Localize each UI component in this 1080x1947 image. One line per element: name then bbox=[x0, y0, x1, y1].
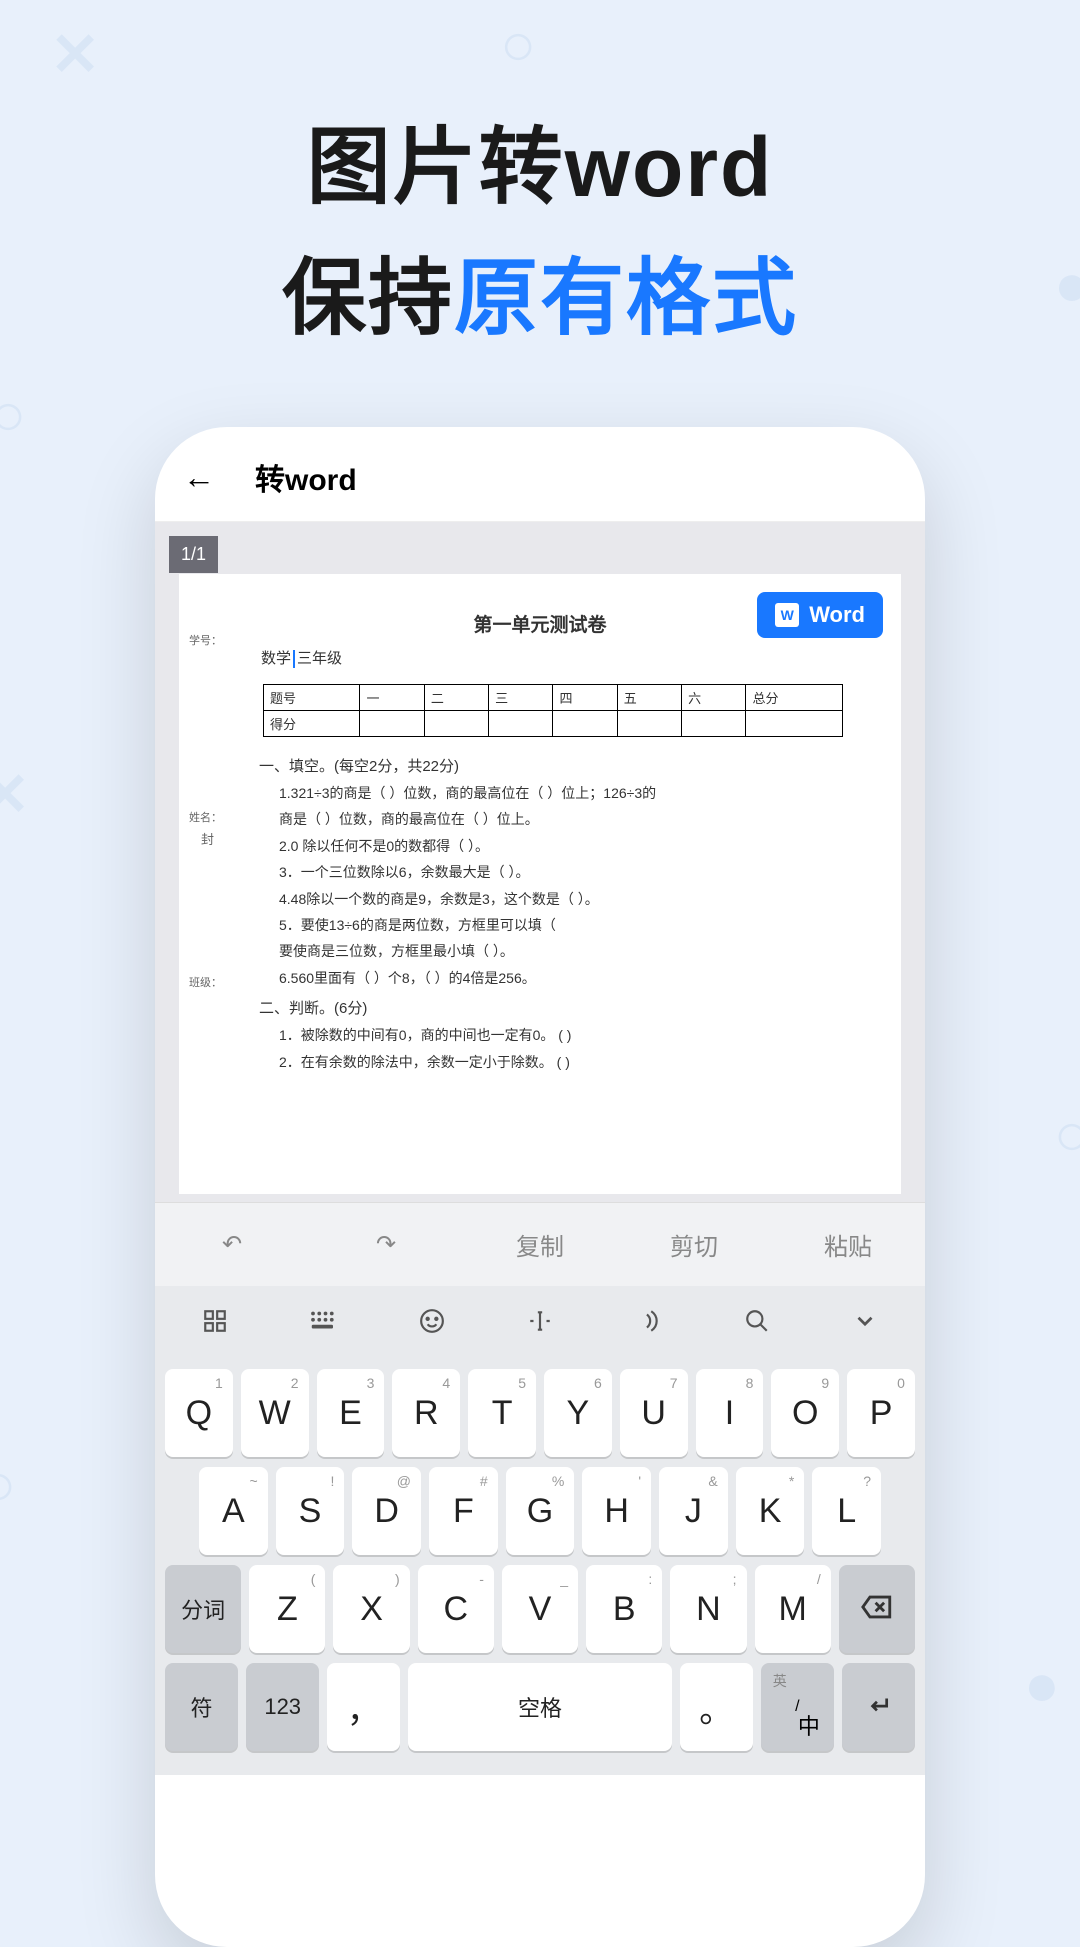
table-header-cell: 二 bbox=[424, 685, 488, 711]
table-cell bbox=[746, 711, 843, 737]
table-header-cell: 总分 bbox=[746, 685, 843, 711]
key-123[interactable]: 123 bbox=[246, 1663, 319, 1751]
key-enter[interactable] bbox=[842, 1663, 915, 1751]
redo-button[interactable]: ↷ bbox=[309, 1203, 463, 1286]
section-2-heading: 二、判断。(6分) bbox=[259, 997, 877, 1018]
table-row-label: 得分 bbox=[264, 711, 360, 737]
copy-button[interactable]: 复制 bbox=[463, 1203, 617, 1286]
question-line: 3．一个三位数除以6，余数最大是（ ）。 bbox=[279, 861, 877, 883]
question-line: 商是（ ）位数，商的最高位在（ ）位上。 bbox=[279, 808, 877, 830]
key-b[interactable]: :B bbox=[586, 1565, 662, 1653]
kb-search-icon[interactable] bbox=[702, 1296, 810, 1351]
question-line: 2.0 除以任何不是0的数都得（ ）。 bbox=[279, 835, 877, 857]
table-cell bbox=[553, 711, 617, 737]
headline-line-1: 图片转word bbox=[0, 100, 1080, 221]
table-header-cell: 六 bbox=[682, 685, 746, 711]
doc-seal-char: 封 bbox=[201, 829, 214, 848]
key-q[interactable]: 1Q bbox=[165, 1369, 233, 1457]
key-k[interactable]: *K bbox=[736, 1467, 805, 1555]
key-w[interactable]: 2W bbox=[241, 1369, 309, 1457]
key-符[interactable]: 符 bbox=[165, 1663, 238, 1751]
key-j[interactable]: &J bbox=[659, 1467, 728, 1555]
key-分词[interactable]: 分词 bbox=[165, 1565, 241, 1653]
marketing-headline: 图片转word 保持原有格式 bbox=[0, 0, 1080, 352]
key-c[interactable]: -C bbox=[418, 1565, 494, 1653]
cut-button[interactable]: 剪切 bbox=[617, 1203, 771, 1286]
key-p[interactable]: 0P bbox=[847, 1369, 915, 1457]
document-viewport[interactable]: 1/1 W Word 学号： 姓名： 封 班级： 第一单元测试卷 数学三年级 题… bbox=[155, 522, 925, 1202]
doc-label-name: 姓名： bbox=[189, 809, 222, 825]
table-header-cell: 五 bbox=[617, 685, 681, 711]
key-v[interactable]: _V bbox=[502, 1565, 578, 1653]
table-cell bbox=[682, 711, 746, 737]
table-cell bbox=[617, 711, 681, 737]
key-s[interactable]: !S bbox=[276, 1467, 345, 1555]
export-word-button[interactable]: W Word bbox=[757, 592, 883, 638]
key-i[interactable]: 8I bbox=[696, 1369, 764, 1457]
table-header-cell: 四 bbox=[553, 685, 617, 711]
kb-emoji-icon[interactable] bbox=[378, 1296, 486, 1351]
paste-button[interactable]: 粘贴 bbox=[771, 1203, 925, 1286]
key-。[interactable]: 。 bbox=[680, 1663, 753, 1751]
app-bar: ← 转word bbox=[155, 427, 925, 522]
key-o[interactable]: 9O bbox=[771, 1369, 839, 1457]
headline-line-2: 保持原有格式 bbox=[0, 231, 1080, 352]
key-y[interactable]: 6Y bbox=[544, 1369, 612, 1457]
table-header-cell: 一 bbox=[360, 685, 424, 711]
key-d[interactable]: @D bbox=[352, 1467, 421, 1555]
question-line: 6.560里面有（ ）个8，（ ）的4倍是256。 bbox=[279, 967, 877, 989]
question-line: 2．在有余数的除法中，余数一定小于除数。 ( ) bbox=[279, 1051, 877, 1073]
phone-mockup: ← 转word 1/1 W Word 学号： 姓名： 封 班级： 第一单元测试卷… bbox=[155, 427, 925, 1947]
key-f[interactable]: #F bbox=[429, 1467, 498, 1555]
section-1-heading: 一、填空。(每空2分，共22分) bbox=[259, 755, 877, 776]
table-header-cell: 题号 bbox=[264, 685, 360, 711]
key-x[interactable]: )X bbox=[333, 1565, 409, 1653]
kb-collapse-icon[interactable] bbox=[811, 1296, 919, 1351]
key-e[interactable]: 3E bbox=[317, 1369, 385, 1457]
question-line: 1.321÷3的商是（ ）位数，商的最高位在（ ）位上；126÷3的 bbox=[279, 782, 877, 804]
table-header-cell: 三 bbox=[489, 685, 553, 711]
kb-cursor-icon[interactable] bbox=[486, 1296, 594, 1351]
key-n[interactable]: ;N bbox=[670, 1565, 746, 1653]
undo-button[interactable]: ↶ bbox=[155, 1203, 309, 1286]
key-g[interactable]: %G bbox=[506, 1467, 575, 1555]
doc-label-class: 班级： bbox=[189, 974, 222, 990]
key-r[interactable]: 4R bbox=[392, 1369, 460, 1457]
edit-toolbar: ↶ ↷ 复制 剪切 粘贴 bbox=[155, 1202, 925, 1286]
doc-label-student-id: 学号： bbox=[189, 632, 222, 648]
word-icon: W bbox=[775, 603, 799, 627]
kb-voice-icon[interactable] bbox=[594, 1296, 702, 1351]
key-，[interactable]: ， bbox=[327, 1663, 400, 1751]
question-line: 1．被除数的中间有0，商的中间也一定有0。 ( ) bbox=[279, 1024, 877, 1046]
kb-keyboard-icon[interactable] bbox=[269, 1296, 377, 1351]
subject-line[interactable]: 数学三年级 bbox=[261, 647, 877, 668]
page-indicator: 1/1 bbox=[169, 536, 218, 573]
key-language-toggle[interactable]: 英/中 bbox=[761, 1663, 834, 1751]
back-icon[interactable]: ← bbox=[183, 459, 215, 496]
key-backspace[interactable] bbox=[839, 1565, 915, 1653]
key-a[interactable]: ~A bbox=[199, 1467, 268, 1555]
key-h[interactable]: 'H bbox=[582, 1467, 651, 1555]
table-cell bbox=[489, 711, 553, 737]
score-table: 题号一二三四五六总分 得分 bbox=[263, 684, 843, 737]
question-line: 4.48除以一个数的商是9，余数是3，这个数是（ ）。 bbox=[279, 888, 877, 910]
screen-title: 转word bbox=[255, 455, 357, 499]
question-line: 要使商是三位数，方框里最小填（ ）。 bbox=[279, 940, 877, 962]
keyboard-toolbar bbox=[155, 1286, 925, 1361]
table-cell bbox=[360, 711, 424, 737]
table-cell bbox=[424, 711, 488, 737]
document-page[interactable]: W Word 学号： 姓名： 封 班级： 第一单元测试卷 数学三年级 题号一二三… bbox=[179, 574, 901, 1194]
key-t[interactable]: 5T bbox=[468, 1369, 536, 1457]
key-z[interactable]: (Z bbox=[249, 1565, 325, 1653]
text-cursor bbox=[293, 650, 295, 668]
key-u[interactable]: 7U bbox=[620, 1369, 688, 1457]
key-l[interactable]: ?L bbox=[812, 1467, 881, 1555]
soft-keyboard: 1Q2W3E4R5T6Y7U8I9O0P ~A!S@D#F%G'H&J*K?L … bbox=[155, 1361, 925, 1775]
question-line: 5．要使13÷6的商是两位数，方框里可以填（ bbox=[279, 914, 877, 936]
key-m[interactable]: /M bbox=[755, 1565, 831, 1653]
kb-apps-icon[interactable] bbox=[161, 1296, 269, 1351]
key-空格[interactable]: 空格 bbox=[408, 1663, 671, 1751]
